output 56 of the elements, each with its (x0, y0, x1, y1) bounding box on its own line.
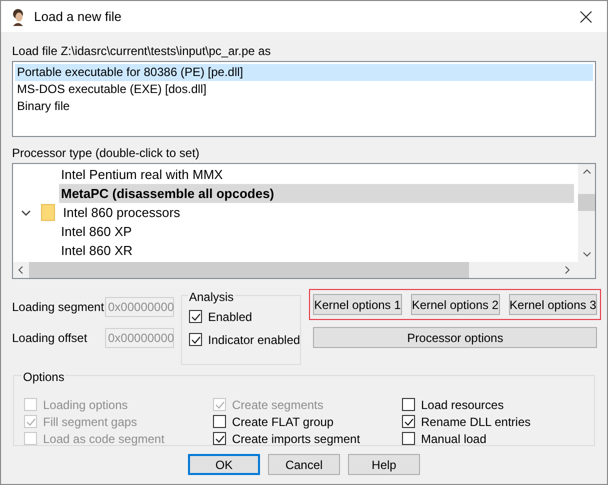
tree-item[interactable]: MetaPC (disassemble all opcodes) (59, 184, 574, 203)
tree-item[interactable]: Intel 860 XP (59, 222, 574, 241)
scroll-up-icon[interactable] (582, 169, 590, 174)
load-file-label: Load file Z:\idasrc\current\tests\input\pc_ar.pe as (12, 44, 272, 58)
checkbox-label: Load resources (421, 396, 504, 414)
checkbox-label: Indicator enabled (208, 332, 300, 348)
processor-label: Processor type (double-click to set) (12, 146, 200, 160)
checkbox-label: Load as code segment (43, 430, 164, 448)
scroll-down-icon[interactable] (582, 252, 590, 257)
vertical-scrollbar[interactable] (578, 164, 595, 262)
checkmark-icon (404, 418, 414, 426)
tree-item[interactable]: Intel 860 XR (59, 241, 574, 260)
field-label: Loading segment (12, 299, 102, 316)
checkmark-icon (26, 418, 36, 426)
app-icon (10, 8, 26, 26)
checkmark-icon (214, 400, 224, 408)
checkbox[interactable] (213, 432, 226, 445)
tree-item[interactable]: Intel 860 processors (61, 203, 574, 222)
list-item[interactable]: MS-DOS executable (EXE) [dos.dll] (15, 81, 593, 98)
processor-options-button[interactable]: Processor options (313, 327, 598, 348)
scroll-left-icon[interactable] (18, 266, 23, 274)
checkbox-label: Create FLAT group (232, 414, 334, 430)
checkbox[interactable] (402, 415, 415, 428)
checkbox-label: Fill segment gaps (43, 414, 138, 430)
checkbox-label: Manual load (421, 430, 486, 448)
chevron-icon[interactable] (21, 210, 31, 216)
checkbox-label: Enabled (208, 308, 252, 326)
list-item[interactable]: Binary file (15, 98, 593, 115)
window-title: Load a new file (34, 8, 122, 26)
checkbox-label: Create imports segment (232, 430, 360, 448)
scroll-right-icon[interactable] (565, 266, 570, 274)
checkbox[interactable] (213, 415, 226, 428)
checkbox-label: Rename DLL entries (421, 414, 531, 430)
checkbox[interactable] (189, 310, 202, 323)
checkbox-label: Loading options (43, 396, 128, 414)
checkbox[interactable] (402, 398, 415, 411)
scroll-thumb[interactable] (578, 194, 595, 211)
kernel-options-button[interactable]: Kernel options 2 (410, 294, 500, 315)
checkmark-icon (214, 434, 224, 442)
tree-item[interactable]: Intel Pentium real with MMX (59, 165, 574, 184)
scroll-thumb[interactable] (29, 262, 469, 278)
list-item[interactable]: Portable executable for 80386 (PE) [pe.dll] (15, 64, 593, 81)
close-icon[interactable] (580, 10, 592, 22)
checkmark-icon (190, 312, 200, 320)
horizontal-scrollbar[interactable] (13, 262, 595, 278)
checkbox[interactable] (402, 432, 415, 445)
dialog-button[interactable]: OK (188, 454, 260, 475)
checkmark-icon (190, 336, 200, 344)
kernel-options-button[interactable]: Kernel options 3 (508, 294, 598, 315)
kernel-options-button[interactable]: Kernel options 1 (313, 294, 402, 315)
folder-icon (41, 204, 55, 221)
dialog-button[interactable]: Help (348, 454, 420, 475)
checkbox[interactable] (189, 333, 202, 346)
dialog-button[interactable]: Cancel (268, 454, 340, 475)
checkbox-label: Create segments (232, 396, 324, 414)
field-label: Loading offset (12, 330, 88, 347)
